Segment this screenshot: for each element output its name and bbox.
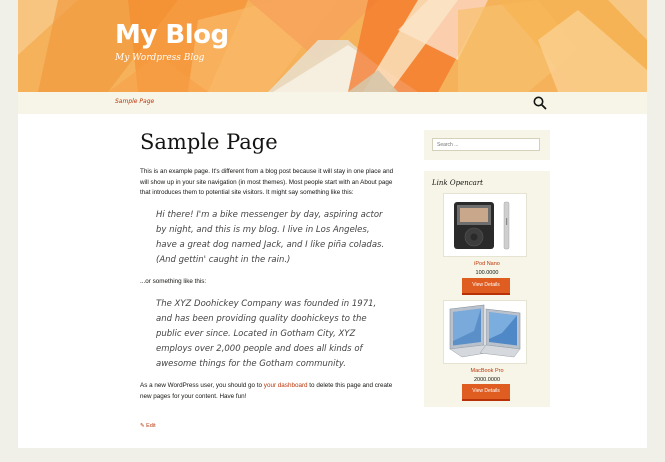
pencil-icon: ✎ — [140, 423, 145, 429]
widget-title: Link Opencart — [432, 179, 483, 187]
ipod-nano-image — [454, 201, 510, 250]
site-description: My Wordpress Blog — [115, 53, 205, 63]
edit-link[interactable]: ✎ Edit — [140, 423, 156, 429]
nav-item-sample-page[interactable]: Sample Page — [115, 98, 154, 105]
outro-paragraph: As a new WordPress user, you should go t… — [140, 381, 394, 402]
header-background — [18, 0, 647, 92]
product-price-ipod-nano: 100.0000 — [475, 270, 499, 276]
outro-text-before: As a new WordPress user, you should go t… — [140, 382, 264, 389]
quote-bike-messenger: Hi there! I'm a bike messenger by day, a… — [156, 210, 385, 265]
macbook-pro-image — [449, 304, 521, 358]
product-image-macbook-pro[interactable] — [443, 300, 527, 364]
quote-xyz-company: The XYZ Doohickey Company was founded in… — [156, 299, 377, 369]
search-icon — [533, 96, 547, 110]
page-title: Sample Page — [140, 130, 278, 154]
search-toggle-button[interactable] — [532, 95, 548, 111]
product-name-ipod-nano[interactable]: iPod Nano — [424, 261, 550, 267]
search-widget — [424, 130, 550, 160]
intro-paragraph: This is an example page. It's different … — [140, 168, 394, 196]
product-name-macbook-pro[interactable]: MacBook Pro — [424, 368, 550, 374]
main-navigation: Sample Page — [18, 92, 647, 114]
product-price-macbook-pro: 2000.0000 — [474, 377, 500, 383]
edit-label: Edit — [146, 423, 156, 429]
view-details-button-macbook-pro[interactable]: View Details — [462, 384, 510, 401]
site-title[interactable]: My Blog — [115, 20, 229, 50]
content-area: Sample Page This is an example page. It'… — [18, 114, 647, 448]
product-image-ipod-nano[interactable] — [443, 193, 527, 257]
view-details-button-ipod-nano[interactable]: View Details — [462, 278, 510, 295]
sidebar-search-input[interactable] — [432, 138, 540, 151]
opencart-widget: Link Opencart iPod Nano 100.0000 View De… — [424, 171, 550, 407]
or-paragraph: ...or something like this: — [140, 278, 207, 285]
site-header: My Blog My Wordpress Blog — [18, 0, 647, 92]
dashboard-link[interactable]: your dashboard — [264, 382, 308, 389]
